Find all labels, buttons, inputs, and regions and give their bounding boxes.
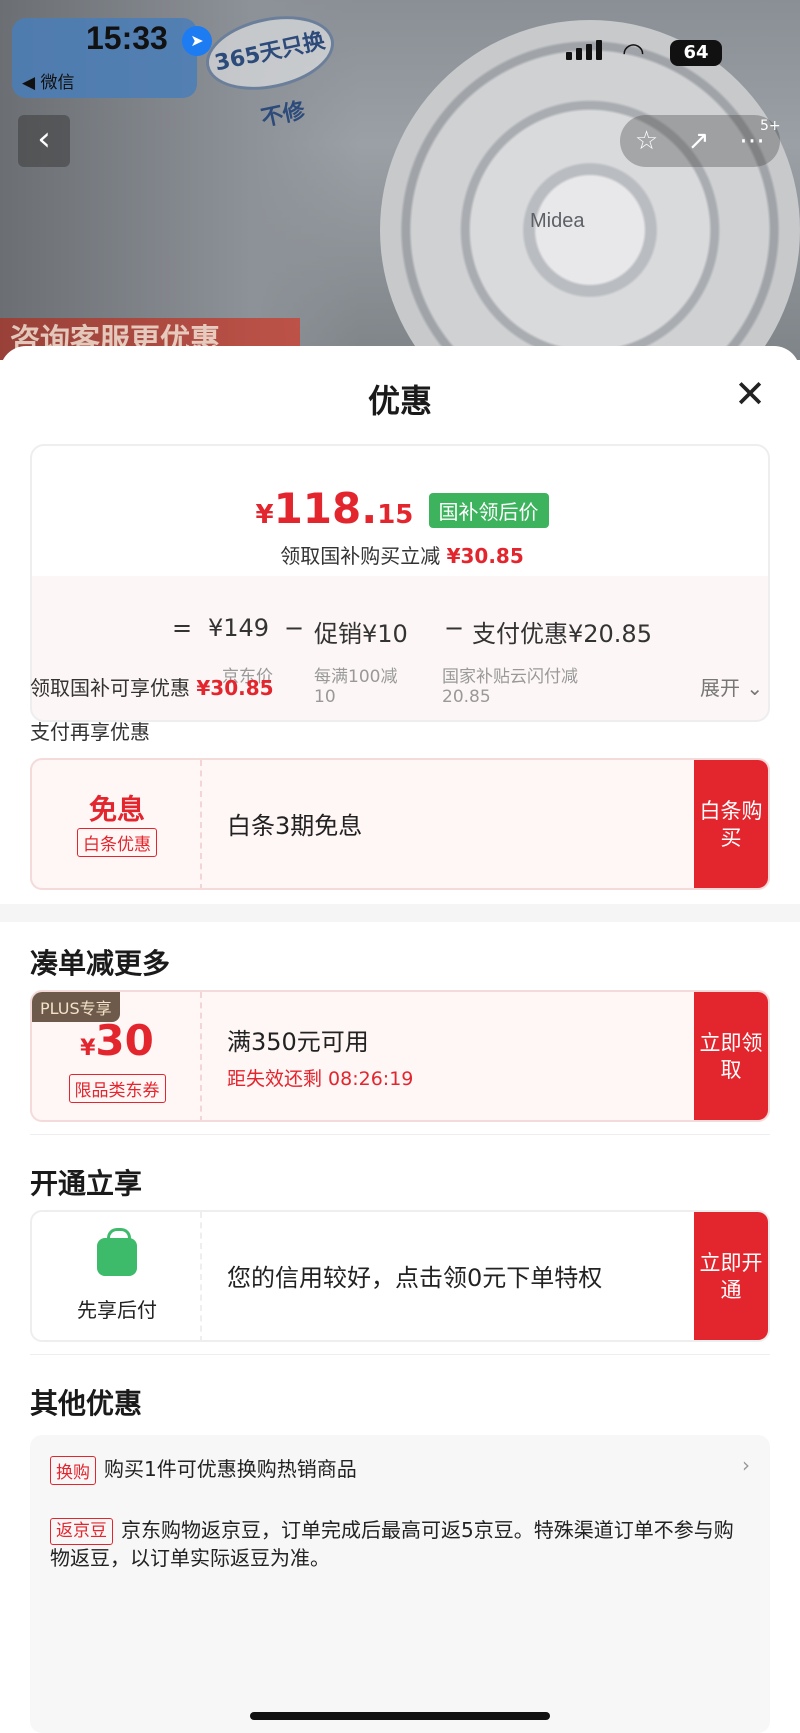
- price-currency: ¥: [255, 500, 274, 530]
- open-pay-later-button[interactable]: 立即开通: [694, 1212, 768, 1340]
- cellular-signal-icon: [566, 40, 602, 60]
- claim-coupon-button[interactable]: 立即领取: [694, 992, 768, 1120]
- coupon-value: ¥30: [32, 1016, 202, 1065]
- promo-label: 每满100减10: [314, 667, 398, 707]
- final-price: ¥118.15 国补领后价: [32, 484, 772, 536]
- close-icon[interactable]: ✕: [730, 374, 770, 414]
- subsidy-benefit-amount: ¥30.85: [196, 676, 274, 700]
- coupon-kind-wrap: 限品类东券: [32, 1074, 202, 1103]
- pay-later-desc: 您的信用较好，点击领0元下单特权: [227, 1264, 603, 1292]
- exchange-tag: 换购: [50, 1456, 96, 1485]
- chevron-right-icon: ›: [742, 1453, 750, 1477]
- sheet-title: 优惠: [367, 382, 432, 420]
- equals-sign: =: [172, 614, 193, 642]
- subsidy-discount-line: 领取国补购买立减 ¥30.85: [32, 540, 772, 569]
- promo-amount: 促销¥10: [314, 620, 408, 648]
- price-integer: 118.: [273, 484, 378, 533]
- baitiao-card[interactable]: 免息 白条优惠 白条3期免息 白条购买: [30, 758, 770, 890]
- baitiao-buy-button[interactable]: 白条购买: [694, 760, 768, 888]
- baitiao-desc: 白条3期免息: [227, 812, 363, 840]
- coupon-threshold: 满350元可用: [227, 1028, 369, 1056]
- coupon-amount: 30: [95, 1016, 154, 1065]
- separator: [30, 1134, 770, 1135]
- wifi-icon: ◠: [622, 38, 645, 68]
- minus-sign: −: [444, 614, 465, 642]
- other-offers-list: 换购 购买1件可优惠换购热销商品 › 返京豆 京东购物返京豆，订单完成后最高可返5京…: [30, 1435, 770, 1733]
- coupon-currency: ¥: [80, 1036, 96, 1061]
- subsidy-discount-amount: ¥30.85: [446, 544, 524, 568]
- pay-later-icon-wrap: [32, 1228, 202, 1276]
- subsidy-price-tag: 国补领后价: [428, 493, 549, 528]
- top-actions: ☆ ↗ ⋯: [620, 115, 780, 167]
- expand-button[interactable]: 展开 ⌄: [700, 672, 763, 701]
- pay-more-label: 支付再享优惠: [30, 720, 150, 744]
- coupon-kind-tag: 限品类东券: [68, 1074, 166, 1103]
- pay-later-left: 先享后付: [32, 1212, 202, 1340]
- chevron-down-icon: ⌄: [746, 676, 764, 700]
- coupon-countdown: 距失效还剩 08:26:19: [227, 1068, 414, 1090]
- subsidy-benefit-row: 领取国补可享优惠 ¥30.85: [30, 672, 274, 701]
- minus-sign: −: [284, 614, 305, 642]
- coupon-left: PLUS专享 ¥30 限品类东券: [32, 992, 202, 1120]
- battery-icon: 64: [670, 40, 722, 66]
- location-arrow-icon: ➤: [182, 26, 212, 56]
- pay-later-title: 先享后付: [77, 1298, 157, 1322]
- status-bar: 15:33 ➤ ◀ 微信 ◠ 64: [0, 0, 800, 98]
- list-item: 返京豆 京东购物返京豆，订单完成后最高可返5京豆。特殊渠道订单不参与购物返豆，以订…: [50, 1517, 740, 1572]
- pay-later-card[interactable]: 先享后付 您的信用较好，点击领0元下单特权 立即开通: [30, 1210, 770, 1342]
- list-item[interactable]: 换购 购买1件可优惠换购热销商品 ›: [50, 1453, 750, 1485]
- baitiao-left: 免息 白条优惠: [32, 760, 202, 888]
- back-button[interactable]: ‹: [18, 115, 70, 167]
- cart-count-badge: 5+: [760, 118, 781, 134]
- subsidy-benefit-label: 领取国补可享优惠: [30, 676, 190, 700]
- section-divider: [0, 904, 800, 922]
- interest-free-title: 免息: [88, 793, 145, 826]
- separator: [30, 1354, 770, 1355]
- price-decimal: 15: [377, 500, 414, 530]
- home-indicator: [250, 1712, 550, 1720]
- shopping-bag-icon: [97, 1228, 137, 1276]
- jd-price: ¥149: [208, 614, 270, 642]
- brand-logo: Midea: [530, 210, 585, 232]
- share-icon[interactable]: ↗: [688, 126, 710, 156]
- jingdou-tag: 返京豆: [50, 1518, 113, 1545]
- more-section-title: 凑单减更多: [30, 947, 171, 980]
- coupon-card[interactable]: PLUS专享 ¥30 限品类东券 满350元可用 距失效还剩 08:26:19 …: [30, 990, 770, 1122]
- pay-discount-label: 国家补贴云闪付减20.85: [442, 667, 578, 707]
- exchange-text: 购买1件可优惠换购热销商品: [104, 1457, 357, 1481]
- baitiao-tag: 白条优惠: [77, 828, 157, 857]
- back-to-wechat[interactable]: ◀ 微信: [22, 68, 74, 93]
- baitiao-tag-wrap: 白条优惠: [72, 828, 162, 857]
- jingdou-text: 京东购物返京豆，订单完成后最高可返5京豆。特殊渠道订单不参与购物返豆，以订单实际…: [50, 1518, 734, 1570]
- other-section-title: 其他优惠: [30, 1387, 143, 1420]
- open-section-title: 开通立享: [30, 1167, 143, 1200]
- expand-label: 展开: [700, 676, 740, 700]
- pay-discount-amount: 支付优惠¥20.85: [472, 620, 652, 648]
- favorite-star-icon[interactable]: ☆: [635, 126, 658, 156]
- subsidy-discount-text: 领取国补购买立减: [280, 544, 441, 568]
- status-time: 15:33: [86, 20, 168, 56]
